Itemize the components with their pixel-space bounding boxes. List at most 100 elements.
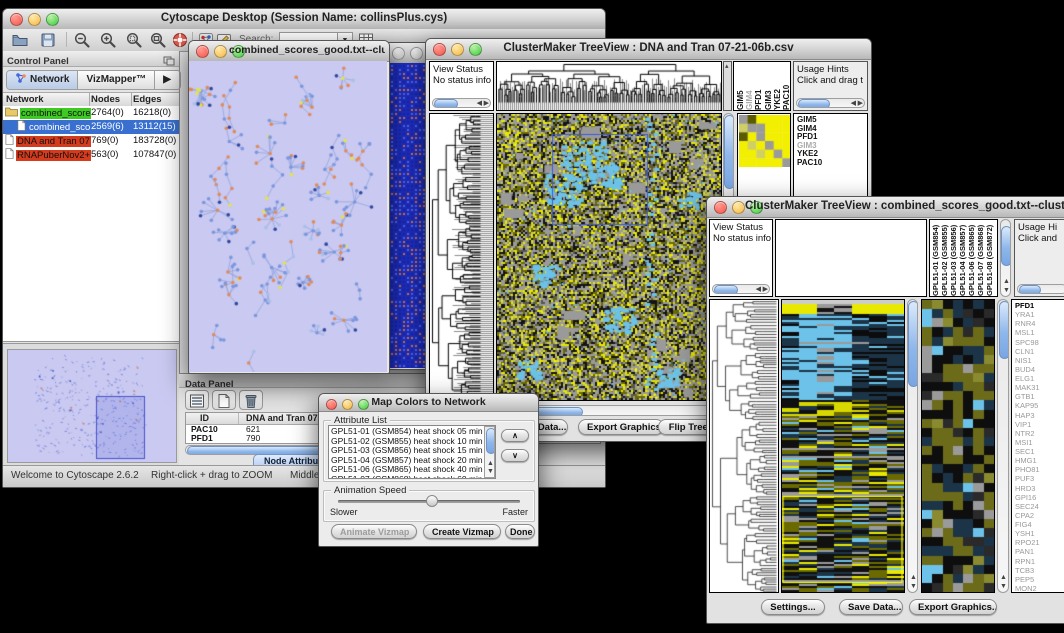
tv1-row-label[interactable]: PAC10 [797, 159, 867, 168]
slider-thumb[interactable] [426, 495, 438, 507]
tv2-column-label[interactable]: GPL51-08 (GSM872) [985, 220, 994, 296]
export-graphics-button[interactable]: Export Graphics... [909, 599, 997, 615]
float-panel-icon[interactable] [163, 53, 175, 71]
delete-attribute-button[interactable] [239, 390, 263, 410]
minimize-icon[interactable] [410, 47, 423, 60]
minimize-icon[interactable] [732, 201, 745, 214]
minimize-icon[interactable] [214, 45, 227, 58]
tv2-gene-label[interactable]: PFD1 [1015, 301, 1064, 310]
close-icon[interactable] [196, 45, 209, 58]
tv2-gene-label[interactable]: GTB1 [1015, 392, 1064, 401]
tv2-status-scrollbar[interactable]: ◀▶ [712, 284, 770, 294]
network-table-row[interactable]: RNAPuberNov2+563(0)107847(0) [3, 148, 179, 162]
tv2-gene-label[interactable]: RPO21 [1015, 538, 1064, 547]
tv2-column-label[interactable]: GPL51-03 (GSM856) [949, 220, 958, 296]
tv2-zoom-vscrollbar[interactable]: ▲▼ [997, 299, 1009, 593]
tv2-zoom-heatmap-panel[interactable] [921, 299, 995, 593]
tv2-gene-label[interactable]: FIG4 [1015, 520, 1064, 529]
tv1-column-label[interactable]: PFD1 [754, 64, 762, 110]
column-header-network[interactable]: Network [6, 93, 43, 106]
tab-vizmapper[interactable]: VizMapper™ [78, 71, 155, 89]
tv2-gene-label[interactable]: MSI1 [1015, 438, 1064, 447]
tv2-column-label[interactable]: GPL51-01 (GSM854) [931, 220, 940, 296]
treeview2-title-bar[interactable]: ClusterMaker TreeView : combined_scores_… [707, 197, 1064, 218]
save-data-button[interactable]: Save Data... [839, 599, 903, 615]
tv2-gene-label[interactable]: HMG1 [1015, 456, 1064, 465]
tv2-gene-label[interactable]: GPI16 [1015, 493, 1064, 502]
tv2-gene-label[interactable]: YSH1 [1015, 529, 1064, 538]
attribute-list[interactable]: GPL51-01 (GSM854) heat shock 05 minGPL51… [328, 425, 496, 479]
tv2-usage-scrollbar[interactable] [1017, 284, 1064, 294]
tv2-gene-label[interactable]: MSL1 [1015, 328, 1064, 337]
animate-vizmap-button[interactable]: Animate Vizmap [331, 524, 417, 539]
network-table-row[interactable]: DNA and Tran 07769(0)183728(0) [3, 134, 179, 148]
tv2-column-dendrogram-panel[interactable] [775, 219, 927, 297]
select-attributes-button[interactable] [185, 390, 209, 410]
tv1-column-label[interactable]: GIM5 [736, 64, 744, 110]
tv1-mini-scroll-strip[interactable]: ▴ [723, 61, 732, 111]
tv2-gene-label[interactable]: PUF3 [1015, 474, 1064, 483]
tab-more[interactable]: ▶ [155, 71, 180, 89]
move-down-button[interactable]: ∨ [501, 449, 529, 462]
tv2-gene-label[interactable]: CLN1 [1015, 347, 1064, 356]
tv2-gene-label[interactable]: YRA1 [1015, 310, 1064, 319]
data-column-id[interactable]: ID [200, 413, 209, 424]
tv2-collabel-vscrollbar[interactable]: ▲▼ [1000, 219, 1011, 297]
create-vizmap-button[interactable]: Create Vizmap [423, 524, 501, 539]
tv2-gene-label[interactable]: HAP3 [1015, 411, 1064, 420]
tv1-column-label[interactable]: YKE2 [773, 64, 781, 110]
tv2-gene-label[interactable]: MAK31 [1015, 383, 1064, 392]
tv2-gene-label[interactable]: HRD3 [1015, 484, 1064, 493]
network-table-row[interactable]: combined_scores2764(0)16218(0) [3, 106, 179, 120]
tv1-status-scrollbar[interactable]: ◀▶ [432, 98, 491, 108]
tv2-gene-label[interactable]: SEC24 [1015, 502, 1064, 511]
tv2-gene-label[interactable]: RNR4 [1015, 319, 1064, 328]
treeview1-title-bar[interactable]: ClusterMaker TreeView : DNA and Tran 07-… [426, 39, 871, 60]
tv2-gene-label[interactable]: BUD4 [1015, 365, 1064, 374]
tv2-gene-label[interactable]: PAN1 [1015, 547, 1064, 556]
tv2-global-vscrollbar[interactable]: ▲▼ [907, 299, 918, 593]
tv2-column-label[interactable]: GPL51-02 (GSM855) [940, 220, 949, 296]
tv2-gene-label[interactable]: VIP1 [1015, 420, 1064, 429]
network-table-row[interactable]: combined_sco2569(6)13112(15) [3, 120, 179, 134]
tv1-row-dendrogram-panel[interactable] [429, 113, 494, 401]
tv2-global-heatmap-panel[interactable] [781, 299, 905, 593]
export-graphics-button[interactable]: Export Graphics... [578, 419, 664, 435]
tv2-gene-label[interactable]: ELG1 [1015, 374, 1064, 383]
tv2-column-label[interactable]: GPL51-07 (GSM868) [976, 220, 985, 296]
tv1-column-dendrogram-panel[interactable] [496, 61, 722, 111]
tv1-usage-scrollbar[interactable]: ◀▶ [796, 98, 865, 108]
tv2-column-label[interactable]: GPL51-04 (GSM857) [958, 220, 967, 296]
tv2-gene-label[interactable]: NTR2 [1015, 429, 1064, 438]
tv2-gene-label[interactable]: SEC1 [1015, 447, 1064, 456]
network-overview-canvas[interactable] [7, 349, 177, 463]
move-up-button[interactable]: ∧ [501, 429, 529, 442]
dialog-title-bar[interactable]: Map Colors to Network [319, 394, 538, 412]
network-window-title-bar[interactable]: combined_scores_good.txt--cluste... [189, 41, 389, 62]
animation-speed-slider[interactable] [338, 500, 520, 503]
attribute-list-vscrollbar[interactable]: ▲▼ [484, 426, 495, 478]
main-title-bar[interactable]: Cytoscape Desktop (Session Name: collins… [3, 9, 605, 30]
tv2-gene-label[interactable]: CPA2 [1015, 511, 1064, 520]
tv2-gene-label[interactable]: PHO81 [1015, 465, 1064, 474]
tv2-gene-label[interactable]: PEP5 [1015, 575, 1064, 584]
done-button[interactable]: Done [505, 524, 535, 539]
tv2-column-label[interactable]: GPL51-06 (GSM865) [967, 220, 976, 296]
attribute-list-item[interactable]: GPL51-07 (GSM868) heat shock 60 min [331, 475, 495, 480]
tv2-gene-label[interactable]: TCB3 [1015, 566, 1064, 575]
tv1-column-label[interactable]: GIM3 [764, 64, 772, 110]
tv2-gene-label[interactable]: NIS1 [1015, 356, 1064, 365]
tv1-column-label[interactable]: PAC10 [782, 64, 790, 110]
tv1-heatmap-panel[interactable] [496, 113, 722, 401]
tv2-gene-label[interactable]: RPN1 [1015, 557, 1064, 566]
settings-button[interactable]: Settings... [761, 599, 825, 615]
tv2-gene-label[interactable]: SPC98 [1015, 338, 1064, 347]
tv2-row-dendrogram-panel[interactable] [709, 299, 779, 593]
network-canvas[interactable] [189, 61, 387, 372]
tab-network[interactable]: Network [7, 71, 78, 89]
tv2-gene-label[interactable]: MON2 [1015, 584, 1064, 593]
column-header-nodes[interactable]: Nodes [91, 93, 120, 106]
tv1-column-label[interactable]: GIM4 [745, 64, 753, 110]
create-attribute-button[interactable] [212, 390, 236, 410]
tv2-gene-label[interactable]: KAP95 [1015, 401, 1064, 410]
